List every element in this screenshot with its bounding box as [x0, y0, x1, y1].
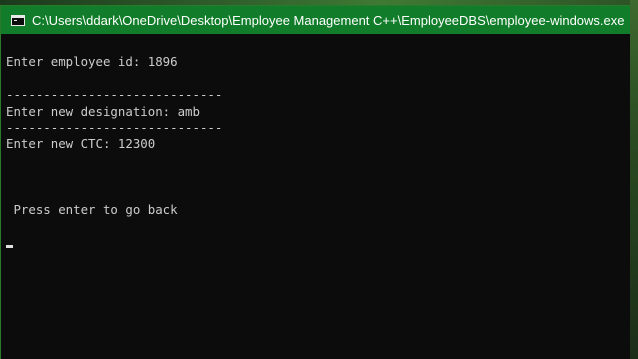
desktop-edge [630, 0, 638, 359]
prompt-employee-id: Enter employee id: 1896 [6, 54, 178, 69]
separator-line: ----------------------------- [6, 87, 223, 102]
screen: C:\Users\ddark\OneDrive\Desktop\Employee… [0, 0, 638, 359]
title-bar[interactable]: C:\Users\ddark\OneDrive\Desktop\Employee… [1, 6, 630, 34]
window-title: C:\Users\ddark\OneDrive\Desktop\Employee… [32, 12, 625, 28]
prompt-new-ctc: Enter new CTC: 12300 [6, 136, 156, 151]
text-cursor [6, 245, 13, 248]
console-window-icon [11, 14, 25, 26]
console-window[interactable]: C:\Users\ddark\OneDrive\Desktop\Employee… [0, 5, 630, 359]
prompt-new-designation: Enter new designation: amb [6, 104, 200, 119]
press-enter-message: Press enter to go back [6, 202, 178, 217]
separator-line: ----------------------------- [6, 120, 223, 135]
